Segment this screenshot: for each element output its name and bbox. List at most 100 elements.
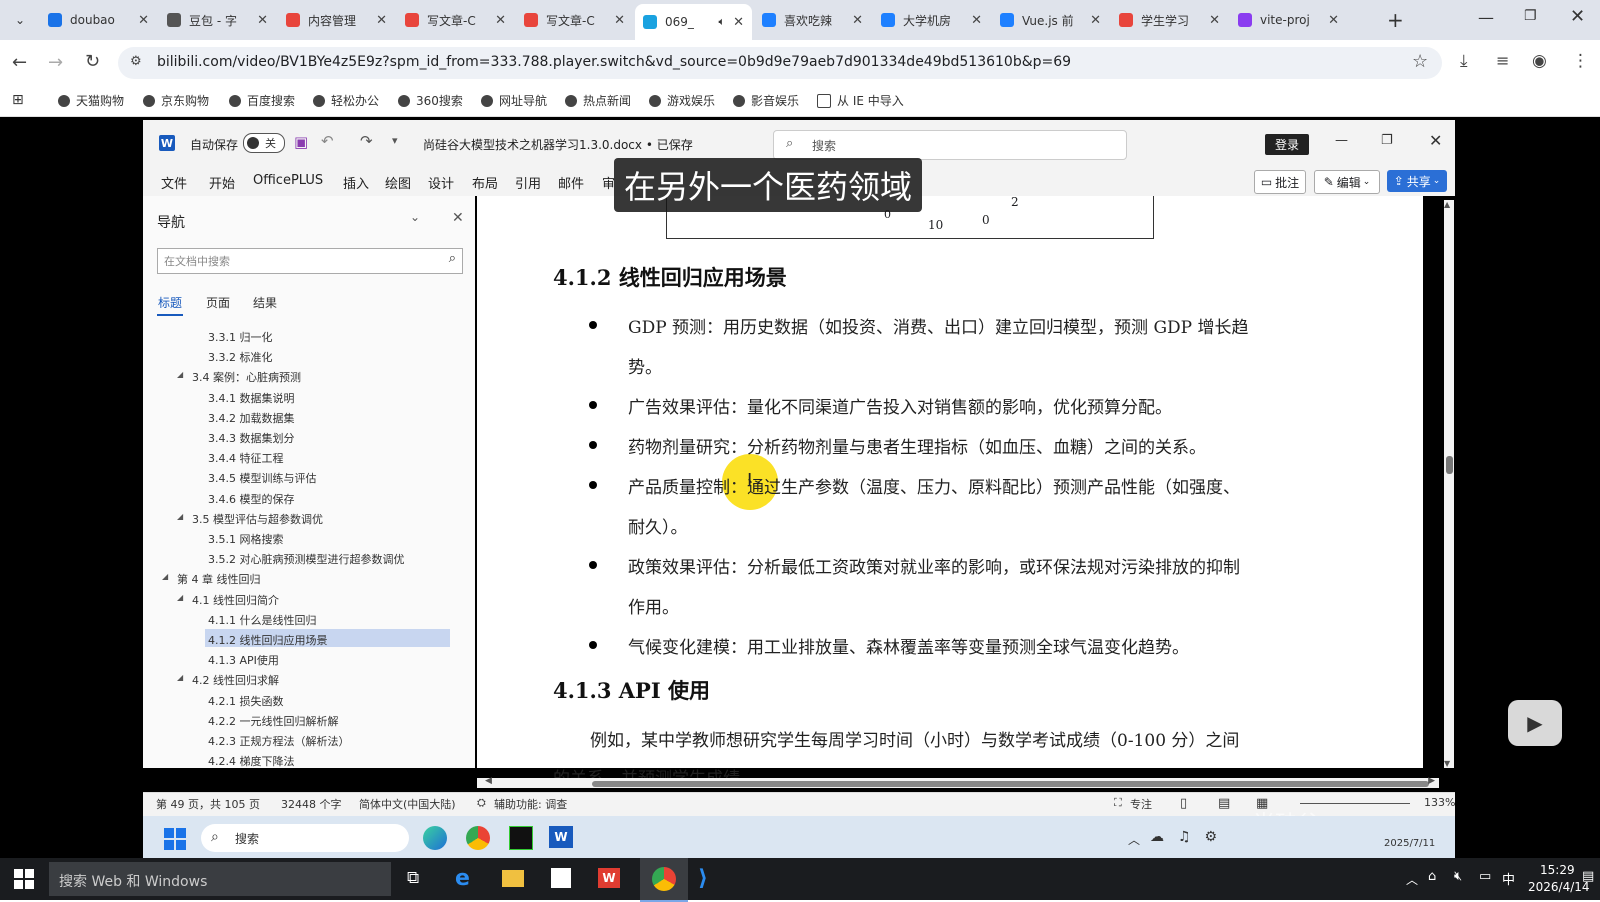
browser-tab[interactable]: 喜欢吃辣 ✕ [754, 6, 871, 34]
ribbon-tab[interactable]: 设计 [428, 173, 454, 192]
browser-tab[interactable]: 学生学习 ✕ [1111, 6, 1228, 34]
customize-icon[interactable]: ▾ [392, 134, 398, 147]
nav-heading-item[interactable]: 4.2 线性回归求解 [192, 672, 279, 688]
zoom-slider[interactable] [1300, 803, 1410, 804]
nav-close-icon[interactable]: ✕ [452, 210, 464, 226]
ribbon-tab[interactable]: 绘图 [385, 173, 411, 192]
tray-icons[interactable]: ☁♫⚙ [1150, 829, 1231, 845]
comment-button[interactable]: ▭ 批注 [1254, 170, 1306, 194]
download-icon[interactable]: ⤓ [1460, 51, 1468, 71]
word-search-box[interactable]: ⌕ 搜索 [773, 130, 1127, 160]
word-count[interactable]: 32448 个字 [281, 796, 342, 812]
bilibili-tv-icon[interactable]: ▶ [1508, 700, 1562, 746]
action-center-icon[interactable]: ▤ [1582, 869, 1594, 884]
nav-search-input[interactable]: 在文档中搜索 ⌕ [157, 248, 463, 274]
bookmark-item[interactable]: 游戏娱乐 [649, 92, 715, 109]
minimize-button[interactable]: — [1478, 8, 1494, 27]
nav-heading-item[interactable]: 4.1.2 线性回归应用场景 [208, 632, 328, 648]
tab-search-button[interactable]: ⌄ [10, 10, 30, 30]
tab-close-icon[interactable]: ✕ [733, 15, 744, 30]
nav-heading-item[interactable]: 3.4.5 模型训练与评估 [208, 470, 317, 486]
tab-close-icon[interactable]: ✕ [495, 13, 506, 28]
scroll-down-icon[interactable]: ▼ [1444, 759, 1450, 768]
scroll-thumb[interactable] [1446, 456, 1453, 474]
nav-heading-item[interactable]: 3.4.3 数据集划分 [208, 430, 295, 446]
horizontal-scrollbar[interactable]: ◀ ▶ [477, 776, 1439, 788]
word-close-button[interactable]: ✕ [1429, 131, 1442, 150]
tab-close-icon[interactable]: ✕ [1209, 13, 1220, 28]
nav-heading-item[interactable]: 4.1.3 API使用 [208, 652, 279, 668]
bookmark-item[interactable]: 从 IE 中导入 [817, 92, 904, 109]
vertical-scrollbar[interactable]: ▲ ▼ [1444, 200, 1454, 768]
url-text[interactable]: bilibili.com/video/BV1BYe4z5E9z?spm_id_f… [157, 54, 1071, 70]
bookmark-item[interactable]: 360搜索 [398, 92, 463, 109]
h-scroll-thumb[interactable] [592, 781, 1429, 787]
tab-close-icon[interactable]: ✕ [614, 13, 625, 28]
close-window-button[interactable]: ✕ [1570, 6, 1585, 27]
bookmark-item[interactable]: 网址导航 [481, 92, 547, 109]
document-title[interactable]: 尚硅谷大模型技术之机器学习1.3.0.docx • 已保存 [423, 136, 693, 153]
taskbar-search-box[interactable]: 搜索 Web 和 Windows [49, 862, 391, 896]
browser-tab[interactable]: 内容管理 ✕ [278, 6, 395, 34]
scroll-left-icon[interactable]: ◀ [485, 776, 492, 786]
scroll-right-icon[interactable]: ▶ [1428, 776, 1435, 786]
nav-tab-pages[interactable]: 页面 [206, 294, 230, 311]
redo-icon[interactable]: ↷ [360, 132, 373, 150]
browser-tab[interactable]: vite-proj ✕ [1230, 6, 1347, 34]
nav-heading-item[interactable]: 4.1.1 什么是线性回归 [208, 612, 317, 628]
nav-heading-item[interactable]: 4.2.3 正规方程法（解析法） [208, 733, 350, 749]
expand-triangle-icon[interactable]: ◢ [177, 673, 183, 682]
ribbon-tab[interactable]: 文件 [161, 173, 187, 192]
nav-heading-item[interactable]: 3.4 案例：心脏病预测 [192, 369, 301, 385]
tab-audio-icon[interactable]: 🔈︎ [718, 15, 725, 29]
ribbon-tab[interactable]: OfficePLUS [253, 173, 323, 188]
task-view-icon[interactable]: ⧉ [407, 868, 419, 888]
file-explorer-icon[interactable] [502, 870, 524, 887]
word-taskbar-icon[interactable]: W [549, 826, 573, 848]
bookmark-item[interactable]: 百度搜索 [229, 92, 295, 109]
inner-search-box[interactable]: ⌕ 搜索 [201, 824, 409, 852]
tab-close-icon[interactable]: ✕ [138, 13, 149, 28]
notification-message-icon[interactable]: ▭ [1479, 869, 1491, 884]
bookmark-item[interactable]: 京东购物 [143, 92, 209, 109]
nav-heading-item[interactable]: 3.4.6 模型的保存 [208, 491, 295, 507]
windows-start-icon[interactable] [164, 828, 186, 850]
nav-heading-item[interactable]: 4.2.4 梯度下降法 [208, 753, 295, 769]
scroll-up-icon[interactable]: ▲ [1444, 200, 1450, 209]
apps-icon[interactable]: ⊞ [12, 92, 24, 108]
nav-tab-headings[interactable]: 标题 [158, 294, 182, 311]
systray-chevron-icon[interactable]: ︿ [1406, 871, 1418, 888]
expand-triangle-icon[interactable]: ◢ [177, 512, 183, 521]
browser-tab[interactable]: 大学机房 ✕ [873, 6, 990, 34]
profile-icon[interactable]: ◉ [1532, 51, 1547, 71]
tab-close-icon[interactable]: ✕ [1328, 13, 1339, 28]
title-chevron-icon[interactable]: ⌄ [686, 136, 694, 147]
ribbon-tab[interactable]: 布局 [472, 173, 498, 192]
pycharm-icon[interactable] [509, 826, 533, 850]
save-icon[interactable]: ▣ [294, 133, 308, 151]
accessibility-status[interactable]: 辅助功能: 调查 [494, 796, 567, 812]
nav-heading-item[interactable]: 3.3.2 标准化 [208, 349, 273, 365]
vscode-icon[interactable]: ⟩ [698, 866, 708, 891]
word-minimize-button[interactable]: — [1335, 133, 1348, 148]
nav-heading-item[interactable]: 4.2.2 一元线性回归解析解 [208, 713, 339, 729]
bookmark-item[interactable]: 影音娱乐 [733, 92, 799, 109]
browser-tab[interactable]: 豆包 - 字 ✕ [159, 6, 276, 34]
expand-triangle-icon[interactable]: ◢ [177, 370, 183, 379]
chrome-taskbar-icon[interactable] [640, 858, 688, 902]
ribbon-tab[interactable]: 审 [602, 173, 615, 192]
clock-date[interactable]: 2026/4/14 [1528, 880, 1590, 894]
browser-tab[interactable]: doubao ✕ [40, 6, 157, 34]
reload-button[interactable]: ↻ [85, 51, 100, 72]
wps-icon[interactable]: W [598, 868, 620, 888]
network-icon[interactable]: ⌂ [1428, 869, 1436, 884]
nav-heading-item[interactable]: 3.5.2 对心脏病预测模型进行超参数调优 [208, 551, 404, 567]
ime-indicator[interactable]: 中 [1502, 869, 1515, 888]
expand-triangle-icon[interactable]: ◢ [177, 593, 183, 602]
nav-heading-item[interactable]: 3.5.1 网格搜索 [208, 531, 284, 547]
read-mode-icon[interactable]: ▯ [1180, 796, 1187, 811]
expand-triangle-icon[interactable]: ◢ [162, 572, 168, 581]
focus-mode[interactable]: 专注 [1130, 796, 1152, 812]
edge-legacy-icon[interactable]: e [455, 866, 470, 891]
bookmark-star-icon[interactable]: ☆ [1412, 51, 1428, 72]
